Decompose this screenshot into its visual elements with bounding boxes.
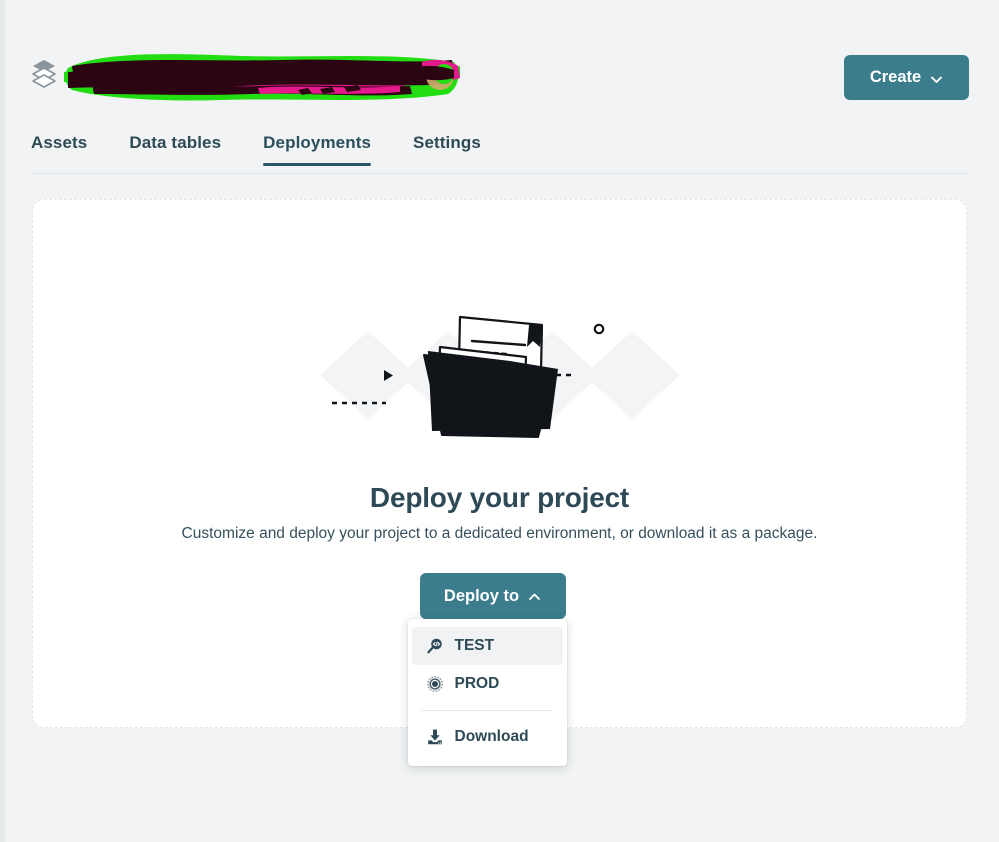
deploy-to-button[interactable]: Deploy to xyxy=(419,573,566,619)
chevron-down-icon xyxy=(930,72,943,85)
layers-stack-icon xyxy=(31,58,57,88)
page-header: Create xyxy=(0,0,999,130)
open-folder-with-documents-illustration xyxy=(319,311,680,451)
deployments-empty-state-card: Deploy your project Customize and deploy… xyxy=(32,199,967,766)
gear-target-icon xyxy=(426,675,444,693)
page-subtitle: Customize and deploy your project to a d… xyxy=(181,525,818,542)
menu-separator xyxy=(421,710,553,711)
page-title: Deploy your project xyxy=(369,482,630,513)
menu-item-prod[interactable]: PROD xyxy=(412,665,563,703)
deploy-to-menu: TEST PROD Download xyxy=(407,619,567,766)
tab-deployments[interactable]: Deployments xyxy=(263,133,371,166)
menu-item-test-label: TEST xyxy=(454,637,495,654)
create-button-label: Create xyxy=(869,68,922,86)
menu-item-download-label: Download xyxy=(454,728,529,745)
download-icon xyxy=(426,728,444,746)
menu-item-download[interactable]: Download xyxy=(412,718,563,756)
tab-assets[interactable]: Assets xyxy=(31,133,87,166)
tab-settings[interactable]: Settings xyxy=(413,133,481,166)
tab-data-tables[interactable]: Data tables xyxy=(129,133,221,166)
tab-bar: Assets Data tables Deployments Settings xyxy=(31,133,968,174)
deploy-to-button-label: Deploy to xyxy=(443,586,520,605)
menu-item-prod-label: PROD xyxy=(454,675,500,692)
app-page: Create Assets Data tables Deployments Se… xyxy=(0,0,999,842)
redacted-project-title xyxy=(62,44,464,106)
magnifier-code-icon xyxy=(426,637,444,655)
chevron-up-icon xyxy=(528,589,541,602)
create-button[interactable]: Create xyxy=(844,55,969,100)
menu-item-test[interactable]: TEST xyxy=(411,627,563,665)
